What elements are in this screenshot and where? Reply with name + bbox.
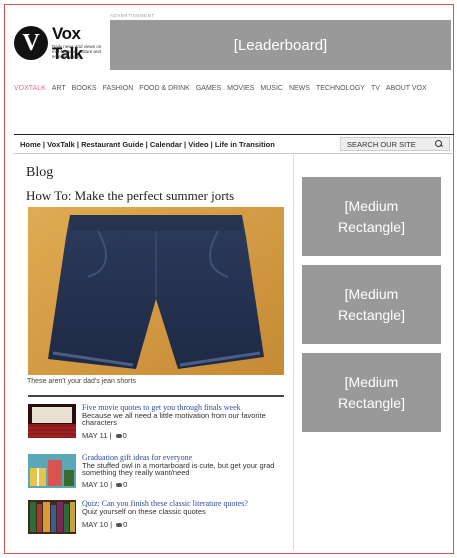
- nav-item-voxtalk[interactable]: VOXTALK: [14, 82, 46, 96]
- nav-item-fashion[interactable]: FASHION: [103, 82, 134, 96]
- item-description: Quiz yourself on these classic quotes: [82, 507, 206, 516]
- nav-item-about-vox[interactable]: ABOUT VOX: [386, 82, 427, 96]
- nav-item-music[interactable]: MUSIC: [260, 82, 283, 96]
- books-thumbnail[interactable]: [28, 500, 76, 534]
- secnav-item-restaurant-guide[interactable]: Restaurant Guide: [81, 140, 144, 149]
- search-input[interactable]: SEARCH OUR SITE: [340, 137, 450, 151]
- secnav-item-calendar[interactable]: Calendar: [150, 140, 182, 149]
- item-meta: MAY 11 | 0: [82, 431, 127, 440]
- ad-label-text: [Medium Rectangle]: [338, 197, 405, 235]
- comment-icon: [116, 482, 123, 488]
- site-logo[interactable]: V Vox Talk Daily news and views on mid-M…: [12, 22, 108, 66]
- item-date: MAY 11: [82, 431, 108, 440]
- nav-item-food-drink[interactable]: FOOD & DRINK: [139, 82, 190, 96]
- item-meta: MAY 10 | 0: [82, 480, 128, 489]
- item-meta: MAY 10 | 0: [82, 520, 128, 529]
- nav-item-books[interactable]: BOOKS: [72, 82, 97, 96]
- search-icon[interactable]: [435, 140, 443, 148]
- section-title: Blog: [26, 165, 54, 180]
- secnav-item-home[interactable]: Home: [20, 140, 41, 149]
- comment-icon: [115, 433, 122, 439]
- comment-count[interactable]: 0: [123, 520, 127, 529]
- secondary-nav-links: Home | VoxTalk | Restaurant Guide | Cale…: [14, 140, 340, 149]
- sidebar-divider: [293, 155, 294, 550]
- secnav-item-voxtalk[interactable]: VoxTalk: [47, 140, 75, 149]
- list-item[interactable]: Quiz: Can you finish these classic liter…: [28, 500, 288, 540]
- logo-tagline: Daily news and views on mid-Missouri cul…: [52, 44, 102, 59]
- theater-thumbnail[interactable]: [28, 404, 76, 438]
- secnav-item-life-in-transition[interactable]: Life in Transition: [215, 140, 275, 149]
- medium-rectangle-ad[interactable]: [Medium Rectangle]: [302, 353, 441, 432]
- nav-item-games[interactable]: GAMES: [196, 82, 221, 96]
- item-date: MAY 10: [82, 480, 108, 489]
- ad-label-text: [Medium Rectangle]: [338, 373, 405, 411]
- item-date: MAY 10: [82, 520, 108, 529]
- ad-label: ADVERTISEMENT: [110, 13, 155, 18]
- comment-count[interactable]: 0: [123, 480, 127, 489]
- comment-icon: [116, 522, 123, 528]
- search-placeholder: SEARCH OUR SITE: [347, 139, 416, 149]
- divider: [28, 395, 284, 397]
- list-item[interactable]: Graduation gift ideas for everyone The s…: [28, 454, 288, 494]
- article-title[interactable]: How To: Make the perfect summer jorts: [26, 188, 234, 204]
- hero-image-jean-shorts[interactable]: [28, 207, 284, 375]
- leaderboard-ad[interactable]: [Leaderboard]: [110, 20, 451, 70]
- medium-rectangle-ad[interactable]: [Medium Rectangle]: [302, 265, 441, 344]
- nav-item-tv[interactable]: TV: [371, 82, 380, 96]
- secnav-item-video[interactable]: Video: [188, 140, 208, 149]
- item-description: The stuffed owl in a mortarboard is cute…: [82, 461, 275, 477]
- nav-item-movies[interactable]: MOVIES: [227, 82, 254, 96]
- list-item[interactable]: Five movie quotes to get you through fin…: [28, 404, 288, 444]
- ad-label-text: [Medium Rectangle]: [338, 285, 405, 323]
- gifts-thumbnail[interactable]: [28, 454, 76, 488]
- secondary-nav: Home | VoxTalk | Restaurant Guide | Cale…: [14, 134, 454, 154]
- nav-item-news[interactable]: NEWS: [289, 82, 310, 96]
- medium-rectangle-ad[interactable]: [Medium Rectangle]: [302, 177, 441, 256]
- category-nav: VOXTALK ART BOOKS FASHION FOOD & DRINK GAMES M…: [14, 82, 444, 96]
- nav-item-technology[interactable]: TECHNOLOGY: [316, 82, 365, 96]
- nav-item-art[interactable]: ART: [52, 82, 66, 96]
- logo-mark: V: [14, 26, 48, 60]
- comment-count[interactable]: 0: [123, 431, 127, 440]
- item-description: Because we all need a little motivation …: [82, 411, 266, 427]
- image-caption: These aren't your dad's jean shorts: [27, 378, 136, 385]
